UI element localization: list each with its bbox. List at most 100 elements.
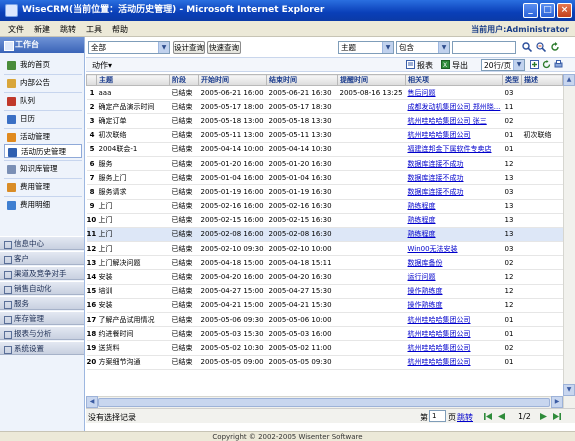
table-cell[interactable]: 杭州哇哈哈集团公司 [405, 312, 503, 328]
scroll-right-icon[interactable]: ▶ [551, 396, 563, 408]
scroll-up-icon[interactable]: ▲ [563, 74, 575, 86]
advanced-search-icon[interactable] [536, 42, 546, 52]
last-page-icon[interactable] [552, 412, 561, 421]
sidebar-item-calendar[interactable]: 日历 [4, 112, 82, 126]
report-button[interactable]: 报表 [417, 60, 433, 71]
table-cell[interactable]: 熟练程度 [405, 213, 503, 228]
previous-page-icon[interactable] [497, 412, 506, 421]
page-size-select[interactable]: 20行/页 ▼ [481, 59, 525, 71]
table-row[interactable]: 4 初次联络 已结束 2005-05-11 13:00 2005-05-11 13:30… [86, 128, 563, 143]
table-row[interactable]: 14 安装 已结束 2005-04-20 16:00 2005-04-20 16:30 运… [86, 269, 563, 285]
export-button[interactable]: 导出 [452, 60, 468, 71]
sidebar-item-activity[interactable]: 活动管理 [4, 130, 82, 144]
vertical-scrollbar[interactable]: ▲ ▼ [563, 74, 575, 408]
group-customer[interactable]: 客户 [0, 251, 84, 265]
sidebar-item-home[interactable]: 我的首页 [4, 58, 82, 72]
group-service[interactable]: 服务 [0, 296, 84, 310]
horizontal-scrollbar[interactable]: ◀ ▶ [86, 396, 563, 408]
table-row[interactable]: 15 培训 已结束 2005-04-27 15:00 2005-04-27 15:30 操… [86, 284, 563, 299]
next-page-icon[interactable] [539, 412, 548, 421]
table-row[interactable]: 1 aaa 已结束 2005-06-21 16:00 2005-06-21 16:30 2… [86, 85, 563, 101]
table-row[interactable]: 9 上门 已结束 2005-02-16 16:00 2005-02-16 16:30 熟练… [86, 199, 563, 214]
table-row[interactable]: 16 安装 已结束 2005-04-21 15:00 2005-04-21 15:30 操… [86, 298, 563, 314]
table-cell[interactable]: 运行问题 [405, 269, 503, 285]
actions-menu[interactable]: 动作▾ [92, 60, 112, 71]
table-cell[interactable]: 成都发动机集团公司 郑州晓... [405, 99, 503, 115]
menu-jump[interactable]: 跳转 [60, 24, 76, 35]
table-cell[interactable]: 操作熟练度 [405, 298, 503, 314]
column-header-subject[interactable]: 主题 [96, 74, 170, 86]
table-row[interactable]: 20 方案细节沟通 已结束 2005-05-05 09:00 2005-05-05 09… [86, 355, 563, 370]
scroll-down-icon[interactable]: ▼ [563, 384, 575, 396]
close-button[interactable]: × [557, 3, 572, 18]
group-inventory[interactable]: 库存管理 [0, 311, 84, 325]
column-header-reminder[interactable]: 提醒时间 [337, 74, 406, 86]
table-cell[interactable]: 福建连邦金下属软件专卖店 [405, 142, 503, 157]
search-icon[interactable] [522, 42, 532, 52]
maximize-button[interactable]: □ [540, 3, 555, 18]
menu-help[interactable]: 帮助 [112, 24, 128, 35]
table-row[interactable]: 13 上门解决问题 已结束 2005-04-18 15:00 2005-04-18 15… [86, 255, 563, 271]
table-row[interactable]: 19 送货料 已结束 2005-05-02 10:30 2005-05-02 11:00… [86, 340, 563, 356]
table-row[interactable]: 10 上门 已结束 2005-02-15 16:00 2005-02-15 16:30 熟… [86, 213, 563, 228]
table-row[interactable]: 11 上门 已结束 2005-02-08 16:00 2005-02-08 16:30 熟… [86, 227, 563, 243]
group-sales-automation[interactable]: 销售自动化 [0, 281, 84, 295]
group-reports[interactable]: 报表与分析 [0, 326, 84, 340]
table-row[interactable]: 6 服务 已结束 2005-01-20 16:00 2005-01-20 16:30 数据… [86, 156, 563, 172]
table-row[interactable]: 3 确定订单 已结束 2005-05-18 13:00 2005-05-18 13:30… [86, 113, 563, 129]
add-record-icon[interactable] [530, 60, 539, 69]
group-channel[interactable]: 渠道及竞争对手 [0, 266, 84, 280]
table-cell[interactable]: 售后问题 [405, 85, 503, 101]
column-header-type[interactable]: 类型 [502, 74, 522, 86]
sidebar-item-expense[interactable]: 费用管理 [4, 180, 82, 194]
column-header-stage[interactable]: 阶段 [169, 74, 199, 86]
table-row[interactable]: 17 了解产品试用情况 已结束 2005-05-06 09:30 2005-05-06 … [86, 312, 563, 328]
table-cell[interactable]: 杭州哇哈哈集团公司 张三 [405, 113, 503, 129]
table-row[interactable]: 8 服务请求 已结束 2005-01-19 16:00 2005-01-19 16:30… [86, 184, 563, 200]
table-cell[interactable]: 操作熟练度 [405, 284, 503, 299]
table-cell[interactable]: Win00无法安装 [405, 241, 503, 257]
table-cell[interactable]: 杭州哇哈哈集团公司 [405, 128, 503, 143]
menu-file[interactable]: 文件 [8, 24, 24, 35]
sidebar-item-expense-detail[interactable]: 费用明细 [4, 198, 82, 212]
table-cell[interactable]: 数据库连接不成功 [405, 156, 503, 172]
filter-select[interactable]: 全部 ▼ [88, 41, 170, 54]
table-cell[interactable]: 杭州哇哈哈集团公司 [405, 326, 503, 342]
table-row[interactable]: 2 确定产品演示时间 已结束 2005-05-17 18:00 2005-05-17 1… [86, 99, 563, 115]
group-info-center[interactable]: 信息中心 [0, 236, 84, 250]
group-settings[interactable]: 系统设置 [0, 341, 84, 355]
table-cell[interactable]: 杭州哇哈哈集团公司 [405, 355, 503, 370]
sidebar-item-notice[interactable]: 内部公告 [4, 76, 82, 90]
scroll-thumb[interactable] [98, 398, 550, 407]
refresh-list-icon[interactable] [542, 60, 551, 69]
table-row[interactable]: 7 服务上门 已结束 2005-01-04 16:00 2005-01-04 16:30… [86, 170, 563, 186]
table-cell[interactable]: 数据库连接不成功 [405, 184, 503, 200]
table-cell[interactable]: 熟练程度 [405, 199, 503, 214]
column-header-start[interactable]: 开始时间 [198, 74, 267, 86]
table-row[interactable]: 18 约进餐时间 已结束 2005-05-03 15:30 2005-05-03 16:… [86, 326, 563, 342]
refresh-icon[interactable] [550, 42, 560, 52]
print-icon[interactable] [554, 60, 563, 69]
sidebar-item-queue[interactable]: 队列 [4, 94, 82, 108]
table-cell[interactable]: 数据库连接不成功 [405, 170, 503, 186]
table-row[interactable]: 5 2004联会-1 已结束 2005-04-14 10:00 2005-04-14 1… [86, 142, 563, 157]
sidebar-item-knowledge[interactable]: 知识库管理 [4, 162, 82, 176]
table-cell[interactable]: 数据库备份 [405, 255, 503, 271]
goto-page-link[interactable]: 跳转 [457, 412, 473, 423]
table-row[interactable]: 12 上门 已结束 2005-02-10 09:30 2005-02-10 10:00 W… [86, 241, 563, 257]
table-cell[interactable]: 熟练程度 [405, 227, 503, 243]
column-header-end[interactable]: 结束时间 [266, 74, 338, 86]
first-page-icon[interactable] [484, 412, 493, 421]
menu-tools[interactable]: 工具 [86, 24, 102, 35]
minimize-button[interactable]: _ [523, 3, 538, 18]
quick-query-button[interactable]: 快速查询 [207, 41, 241, 54]
operator-select[interactable]: 包含 ▼ [396, 41, 450, 54]
column-header-description[interactable]: 描述 [521, 74, 563, 86]
field-select[interactable]: 主题 ▼ [338, 41, 394, 54]
table-cell[interactable]: 杭州哇哈哈集团公司 [405, 340, 503, 356]
sidebar-item-activity-history[interactable]: 活动历史管理 [4, 144, 82, 158]
column-header-index[interactable] [86, 74, 97, 86]
column-header-related[interactable]: 相关项 [405, 74, 503, 86]
scroll-left-icon[interactable]: ◀ [86, 396, 98, 408]
menu-new[interactable]: 新建 [34, 24, 50, 35]
